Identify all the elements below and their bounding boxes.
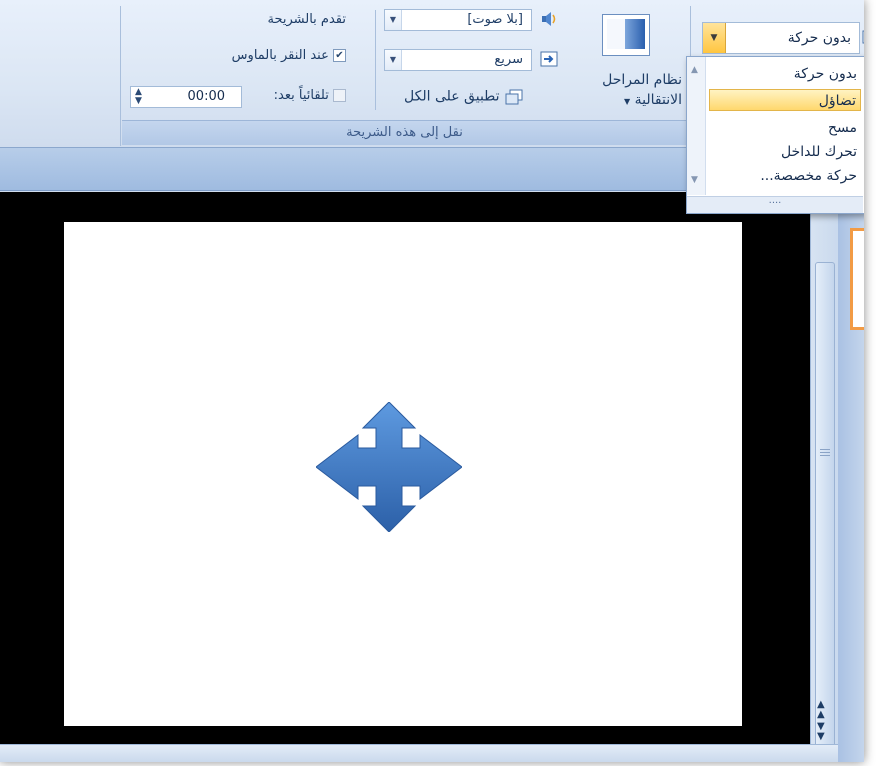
sound-combo[interactable]: ▼ [بلا صوت] (384, 9, 532, 31)
scroll-down-icon[interactable]: ▼ (691, 175, 698, 185)
scroll-up-icon[interactable]: ▲ (691, 65, 698, 75)
auto-after-option[interactable]: تلقائياً بعد: (274, 88, 346, 103)
slides-pane (838, 148, 864, 762)
powerpoint-window: تقدم بالشريحة ✔ عند النقر بالماوس تلقائي… (0, 0, 864, 762)
scrollbar-thumb[interactable] (815, 262, 835, 762)
auto-after-time-value: 00:00 (187, 89, 225, 104)
transition-scheme-button[interactable]: نظام المراحل الانتقالية ▼ (572, 6, 684, 116)
next-slide-icon[interactable]: ▼ ▼ (817, 722, 825, 742)
apply-to-all-button[interactable]: تطبيق على الكل (404, 86, 523, 108)
chevron-down-icon: ▼ (624, 97, 631, 106)
on-click-option[interactable]: ✔ عند النقر بالماوس (232, 48, 346, 63)
transition-scheme-label-2: الانتقالية ▼ (624, 92, 682, 108)
dropdown-item-selected[interactable]: تضاؤل (709, 89, 861, 111)
sound-combo-value: [بلا صوت] (467, 12, 523, 27)
dropdown-scrollbar[interactable]: ▲ ▼ (687, 57, 706, 195)
chevron-down-icon[interactable]: ▼ (703, 23, 726, 53)
animation-dropdown[interactable]: ▲ ▼ بدون حركة تضاؤل مسح تحرك للداخل حركة… (686, 56, 864, 214)
auto-after-label: تلقائياً بعد: (273, 88, 329, 103)
speed-icon (540, 50, 558, 68)
chevron-down-icon[interactable]: ▼ (385, 50, 402, 70)
apply-to-all-label: تطبيق على الكل (404, 88, 500, 105)
slide-canvas[interactable] (64, 222, 742, 726)
dropdown-item[interactable]: مسح (709, 117, 861, 139)
resize-grip[interactable]: ···· (687, 196, 863, 213)
animation-combo[interactable]: ▼ بدون حركة (702, 22, 860, 54)
dropdown-item[interactable]: حركة مخصصة... (709, 165, 861, 187)
transition-scheme-label-1: نظام المراحل (602, 72, 682, 88)
dropdown-item[interactable]: تحرك للداخل (709, 141, 861, 163)
slide-thumbnail[interactable] (850, 228, 864, 330)
sound-icon (540, 10, 558, 28)
chevron-down-icon[interactable]: ▼ (385, 10, 402, 30)
animation-icon (862, 28, 864, 46)
group-caption: نقل إلى هذه الشريحة (122, 120, 687, 145)
animation-combo-value: بدون حركة (787, 30, 851, 46)
on-click-label: عند النقر بالماوس (231, 48, 329, 63)
auto-after-checkbox[interactable] (333, 89, 346, 102)
horizontal-scrollbar[interactable] (0, 744, 838, 762)
prev-slide-icon[interactable]: ▲ ▲ (817, 700, 825, 720)
speed-combo-value: سريع (494, 52, 523, 67)
transition-scheme-icon (602, 14, 650, 56)
dropdown-item[interactable]: بدون حركة (709, 63, 861, 85)
four-way-arrow-shape[interactable] (316, 402, 462, 532)
spinner-icon[interactable]: ▲ ▼ (135, 88, 142, 106)
speed-combo[interactable]: ▼ سريع (384, 49, 532, 71)
apply-all-icon (505, 88, 523, 106)
on-click-checkbox[interactable]: ✔ (333, 49, 346, 62)
advance-slide-title: تقدم بالشريحة (267, 12, 347, 27)
auto-after-time-field[interactable]: ▲ ▼ 00:00 (130, 86, 242, 108)
transition-scheme-label-2-text: الانتقالية (634, 92, 682, 108)
vertical-scrollbar[interactable]: ▲ ▲ ▼ ▼ (810, 192, 839, 762)
